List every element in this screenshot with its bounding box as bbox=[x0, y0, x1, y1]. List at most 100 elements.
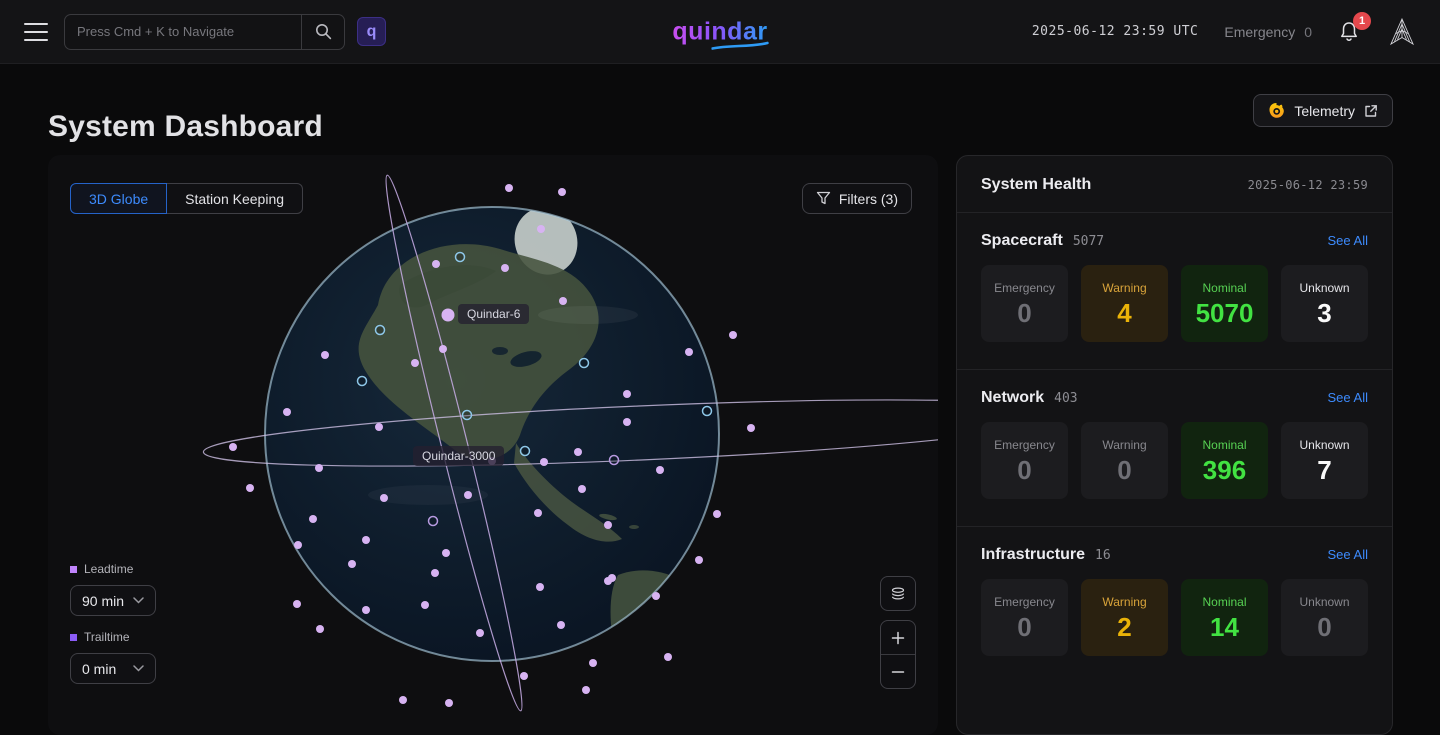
satellite-dot[interactable] bbox=[431, 569, 439, 577]
ground-station-dot[interactable] bbox=[429, 517, 438, 526]
satellite-dot[interactable] bbox=[321, 351, 329, 359]
health-section: Infrastructure 16 See All Emergency0Warn… bbox=[957, 527, 1392, 683]
emergency-counter[interactable]: Emergency 0 bbox=[1224, 24, 1312, 40]
globe-visualization[interactable] bbox=[48, 155, 938, 735]
card-value: 0 bbox=[1017, 614, 1031, 640]
satellite-dot[interactable] bbox=[293, 600, 301, 608]
ground-station-dot[interactable] bbox=[358, 377, 367, 386]
satellite-dot[interactable] bbox=[534, 509, 542, 517]
ground-station-dot[interactable] bbox=[703, 407, 712, 416]
satellite-dot[interactable] bbox=[445, 699, 453, 707]
satellite-dot[interactable] bbox=[520, 672, 528, 680]
zoom-in-button[interactable] bbox=[881, 621, 915, 654]
satellite-dot[interactable] bbox=[695, 556, 703, 564]
satellite-dot[interactable] bbox=[559, 297, 567, 305]
system-health-header: System Health 2025-06-12 23:59 bbox=[957, 156, 1392, 213]
page-title: System Dashboard bbox=[48, 110, 323, 144]
satellite-dot[interactable] bbox=[283, 408, 291, 416]
search-input[interactable] bbox=[65, 15, 301, 49]
section-count: 5077 bbox=[1073, 234, 1104, 249]
satellite-label-quindar-3000[interactable]: Quindar-3000 bbox=[413, 446, 504, 466]
card-label: Warning bbox=[1102, 281, 1146, 295]
satellite-dot[interactable] bbox=[652, 592, 660, 600]
satellite-dot[interactable] bbox=[432, 260, 440, 268]
card-value: 14 bbox=[1210, 614, 1239, 640]
satellite-dot[interactable] bbox=[713, 510, 721, 518]
tab-3d-globe[interactable]: 3D Globe bbox=[70, 183, 167, 214]
satellite-dot[interactable] bbox=[348, 560, 356, 568]
status-card-unknown: Unknown7 bbox=[1281, 422, 1368, 499]
trailtime-dropdown[interactable]: 0 min bbox=[70, 653, 156, 684]
satellite-dot[interactable] bbox=[421, 601, 429, 609]
status-card-unknown: Unknown3 bbox=[1281, 265, 1368, 342]
satellite-dot[interactable] bbox=[442, 549, 450, 557]
notifications-button[interactable]: 1 bbox=[1338, 20, 1362, 44]
satellite-dot[interactable] bbox=[574, 448, 582, 456]
see-all-link[interactable]: See All bbox=[1328, 390, 1368, 405]
satellite-dot[interactable] bbox=[623, 390, 631, 398]
zoom-out-button[interactable] bbox=[881, 655, 915, 688]
satellite-dot[interactable] bbox=[464, 491, 472, 499]
card-label: Warning bbox=[1102, 438, 1146, 452]
card-label: Emergency bbox=[994, 438, 1055, 452]
satellite-dot[interactable] bbox=[578, 485, 586, 493]
satellite-dot[interactable] bbox=[375, 423, 383, 431]
menu-icon[interactable] bbox=[24, 23, 48, 41]
satellite-label-quindar-6[interactable]: Quindar-6 bbox=[458, 304, 529, 324]
ground-station-dot[interactable] bbox=[521, 447, 530, 456]
ground-station-dot[interactable] bbox=[463, 411, 472, 420]
satellite-dot[interactable] bbox=[729, 331, 737, 339]
satellite-dot[interactable] bbox=[362, 606, 370, 614]
satellite-dot[interactable] bbox=[439, 345, 447, 353]
minus-icon bbox=[891, 665, 905, 679]
ground-station-dot[interactable] bbox=[376, 326, 385, 335]
satellite-dot[interactable] bbox=[589, 659, 597, 667]
leadtime-dropdown[interactable]: 90 min bbox=[70, 585, 156, 616]
layers-button[interactable] bbox=[881, 577, 915, 610]
satellite-dot[interactable] bbox=[399, 696, 407, 704]
see-all-link[interactable]: See All bbox=[1328, 233, 1368, 248]
tab-station-keeping[interactable]: Station Keeping bbox=[167, 183, 303, 214]
satellite-dot[interactable] bbox=[558, 188, 566, 196]
satellite-dot[interactable] bbox=[315, 464, 323, 472]
see-all-link[interactable]: See All bbox=[1328, 547, 1368, 562]
search-icon[interactable] bbox=[301, 15, 344, 49]
satellite-dot[interactable] bbox=[505, 184, 513, 192]
satellite-dot[interactable] bbox=[362, 536, 370, 544]
telemetry-button[interactable]: Telemetry bbox=[1253, 94, 1393, 127]
filters-button[interactable]: Filters (3) bbox=[802, 183, 912, 214]
satellite-dot[interactable] bbox=[380, 494, 388, 502]
ground-station-dot[interactable] bbox=[456, 253, 465, 262]
satellite-dot[interactable] bbox=[501, 264, 509, 272]
card-value: 0 bbox=[1317, 614, 1331, 640]
satellite-dot[interactable] bbox=[309, 515, 317, 523]
satellite-dot[interactable] bbox=[229, 443, 237, 451]
satellite-dot[interactable] bbox=[316, 625, 324, 633]
ground-station-dot[interactable] bbox=[580, 359, 589, 368]
satellite-dot[interactable] bbox=[747, 424, 755, 432]
external-link-icon bbox=[1364, 104, 1378, 118]
satellite-dot[interactable] bbox=[536, 583, 544, 591]
delta-rocket-icon[interactable] bbox=[1388, 17, 1416, 47]
satellite-dot[interactable] bbox=[246, 484, 254, 492]
satellite-dot[interactable] bbox=[294, 541, 302, 549]
satellite-dot[interactable] bbox=[537, 225, 545, 233]
card-value: 0 bbox=[1017, 300, 1031, 326]
satellite-dot[interactable] bbox=[411, 359, 419, 367]
status-card-nominal: Nominal5070 bbox=[1181, 265, 1268, 342]
satellite-dot[interactable] bbox=[604, 521, 612, 529]
satellite-dot[interactable] bbox=[476, 629, 484, 637]
satellite-dot[interactable] bbox=[608, 574, 616, 582]
satellite-dot[interactable] bbox=[685, 348, 693, 356]
satellite-dot[interactable] bbox=[664, 653, 672, 661]
satellite-dot[interactable] bbox=[623, 418, 631, 426]
satellite-dot[interactable] bbox=[582, 686, 590, 694]
satellite-dot[interactable] bbox=[442, 309, 455, 322]
status-card-warning: Warning0 bbox=[1081, 422, 1168, 499]
quindar-q-icon[interactable]: q bbox=[357, 17, 386, 46]
ground-station-dot[interactable] bbox=[610, 456, 619, 465]
plus-icon bbox=[891, 631, 905, 645]
satellite-dot[interactable] bbox=[540, 458, 548, 466]
satellite-dot[interactable] bbox=[557, 621, 565, 629]
satellite-dot[interactable] bbox=[656, 466, 664, 474]
